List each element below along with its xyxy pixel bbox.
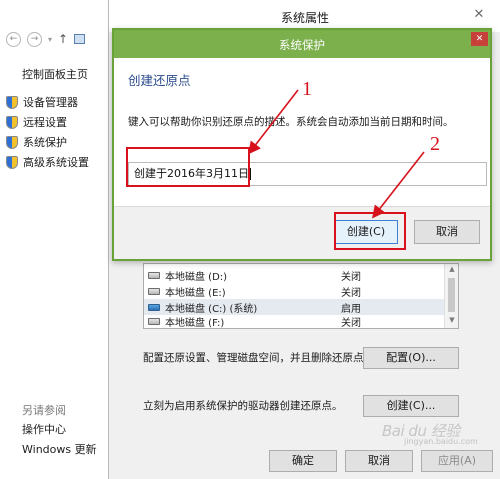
task-links: 设备管理器 远程设置 系统保护 高级系统设置 [6, 92, 89, 172]
dialog-heading: 创建还原点 [128, 73, 191, 88]
computer-icon [74, 34, 86, 44]
navigation-bar: ← → ▾ ↑ [6, 30, 86, 48]
cancel-button[interactable]: 取消 [345, 450, 413, 472]
close-icon[interactable]: ✕ [471, 32, 488, 46]
shield-icon [6, 135, 18, 149]
drive-name: 本地磁盘 (F:) [165, 318, 225, 328]
control-panel-sidebar: ← → ▾ ↑ 控制面板主页 设备管理器 远程设置 系统保护 高级系统设置 另请… [0, 0, 110, 479]
list-scrollbar[interactable]: ▲ ▼ [444, 264, 458, 328]
configure-button[interactable]: 配置(O)... [363, 347, 459, 369]
link-label: 设备管理器 [23, 96, 78, 109]
system-protection-link[interactable]: 系统保护 [6, 132, 89, 152]
drive-protection-state: 关闭 [341, 271, 361, 283]
up-icon[interactable]: ↑ [58, 32, 68, 46]
ok-button[interactable]: 确定 [269, 450, 337, 472]
restore-point-description-input[interactable]: 创建于2016年3月11日 [128, 162, 487, 186]
dialog-title: 系统保护 [279, 38, 325, 52]
scroll-down-icon[interactable]: ▼ [445, 316, 459, 324]
back-icon[interactable]: ← [6, 31, 21, 47]
input-value: 创建于2016年3月11日 [134, 167, 249, 180]
device-manager-link[interactable]: 设备管理器 [6, 92, 89, 112]
window-title: 系统属性 [280, 11, 329, 25]
close-icon[interactable]: ✕ [467, 6, 491, 24]
dialog-description: 键入可以帮助你识别还原点的描述。系统会自动添加当前日期和时间。 [128, 116, 454, 128]
dialog-title-bar[interactable]: 系统保护 ✕ [114, 30, 490, 58]
see-also-links: 操作中心 Windows 更新 [22, 420, 97, 460]
configure-description: 配置还原设置、管理磁盘空间，并且删除还原点。 [143, 352, 374, 364]
drive-name: 本地磁盘 (E:) [165, 287, 226, 299]
drive-name: 本地磁盘 (D:) [165, 271, 228, 283]
system-drive-icon [148, 303, 160, 311]
list-item[interactable]: 本地磁盘 (E:) 关闭 [144, 283, 444, 299]
text-caret [250, 168, 251, 180]
dialog-cancel-button[interactable]: 取消 [414, 220, 480, 244]
windows-update-link[interactable]: Windows 更新 [22, 440, 97, 460]
drive-icon [148, 287, 160, 295]
create-description: 立刻为启用系统保护的驱动器创建还原点。 [143, 400, 343, 412]
shield-icon [6, 95, 18, 109]
remote-settings-link[interactable]: 远程设置 [6, 112, 89, 132]
control-panel-home-link[interactable]: 控制面板主页 [22, 66, 88, 82]
action-center-link[interactable]: 操作中心 [22, 420, 97, 440]
list-item[interactable]: 本地磁盘 (F:) 关闭 [144, 315, 444, 328]
create-restore-point-button[interactable]: 创建(C)... [363, 395, 459, 417]
drive-protection-state: 关闭 [341, 287, 361, 299]
dialog-create-button[interactable]: 创建(C) [334, 220, 398, 244]
link-label: 系统保护 [23, 136, 67, 149]
link-label: 远程设置 [23, 116, 67, 129]
shield-icon [6, 115, 18, 129]
recent-locations-icon[interactable]: ▾ [48, 35, 52, 44]
baidu-watermark-url: jingyan.baidu.com [404, 437, 478, 446]
protection-settings-list[interactable]: 本地磁盘 (D:) 关闭 本地磁盘 (E:) 关闭 本地磁盘 (C:) (系统)… [143, 263, 459, 329]
link-label: 高级系统设置 [23, 156, 89, 169]
drive-protection-state: 关闭 [341, 318, 361, 328]
forward-icon[interactable]: → [27, 31, 42, 47]
drive-protection-state: 启用 [341, 303, 361, 315]
see-also-heading: 另请参阅 [22, 404, 66, 417]
scrollbar-thumb[interactable] [448, 278, 455, 312]
advanced-system-settings-link[interactable]: 高级系统设置 [6, 152, 89, 172]
drive-icon [148, 271, 160, 279]
drive-name: 本地磁盘 (C:) (系统) [165, 303, 258, 315]
drive-icon [148, 318, 160, 325]
apply-button[interactable]: 应用(A) [421, 450, 493, 472]
list-item[interactable]: 本地磁盘 (D:) 关闭 [144, 267, 444, 283]
scroll-up-icon[interactable]: ▲ [445, 265, 459, 273]
list-item[interactable]: 本地磁盘 (C:) (系统) 启用 [144, 299, 444, 315]
shield-icon [6, 155, 18, 169]
system-protection-dialog: 系统保护 ✕ 创建还原点 键入可以帮助你识别还原点的描述。系统会自动添加当前日期… [112, 28, 492, 261]
